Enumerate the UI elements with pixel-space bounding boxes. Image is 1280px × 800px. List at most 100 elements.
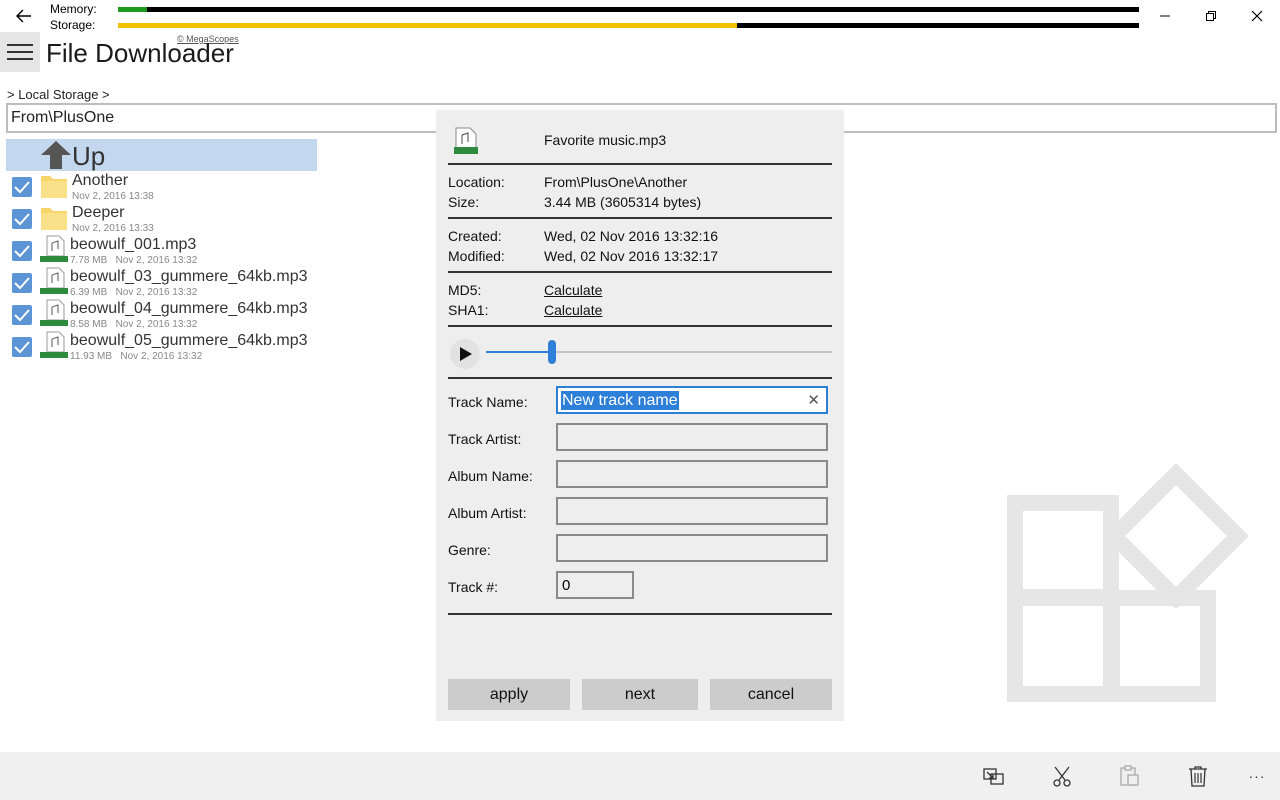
item-name: beowulf_05_gummere_64kb.mp3 bbox=[70, 332, 308, 349]
back-button[interactable] bbox=[0, 0, 48, 32]
genre-label: Genre: bbox=[448, 542, 491, 558]
more-button[interactable]: ··· bbox=[1240, 762, 1274, 790]
item-meta: 7.78 MB Nov 2, 2016 13:32 bbox=[70, 255, 198, 266]
play-icon bbox=[460, 347, 472, 361]
sha1-calculate-link[interactable]: Calculate bbox=[544, 302, 602, 318]
separator bbox=[448, 217, 832, 219]
dialog-filename: Favorite music.mp3 bbox=[544, 132, 667, 148]
row-checkbox[interactable] bbox=[12, 177, 32, 197]
mp3-file-icon bbox=[454, 127, 478, 154]
folder-row[interactable]: Deeper Nov 2, 2016 13:33 bbox=[10, 203, 330, 235]
checkmark-icon bbox=[14, 277, 30, 290]
paste-icon bbox=[1120, 765, 1139, 786]
row-checkbox[interactable] bbox=[12, 337, 32, 357]
track-name-label: Track Name: bbox=[448, 394, 528, 410]
hamburger-icon bbox=[7, 44, 33, 46]
separator bbox=[448, 271, 832, 273]
storage-bar bbox=[118, 23, 1139, 28]
file-row[interactable]: beowulf_001.mp3 7.78 MB Nov 2, 2016 13:32 bbox=[10, 235, 330, 267]
checkmark-icon bbox=[14, 341, 30, 354]
track-artist-label: Track Artist: bbox=[448, 431, 522, 447]
created-label: Created: bbox=[448, 228, 502, 244]
size-label: Size: bbox=[448, 194, 480, 210]
file-row[interactable]: beowulf_05_gummere_64kb.mp3 11.93 MB Nov … bbox=[10, 331, 330, 363]
move-icon bbox=[983, 768, 1004, 785]
item-meta: 8.58 MB Nov 2, 2016 13:32 bbox=[70, 319, 198, 330]
paste-button[interactable] bbox=[1112, 762, 1146, 790]
track-name-input[interactable]: New track name ✕ bbox=[556, 386, 828, 414]
up-arrow-icon bbox=[41, 141, 71, 169]
checkmark-icon bbox=[14, 213, 30, 226]
created-value: Wed, 02 Nov 2016 13:32:16 bbox=[544, 228, 719, 244]
restore-button[interactable] bbox=[1188, 0, 1234, 32]
row-checkbox[interactable] bbox=[12, 209, 32, 229]
mp3-file-icon bbox=[40, 235, 68, 262]
back-arrow-icon bbox=[16, 9, 31, 23]
menu-button[interactable] bbox=[0, 32, 40, 72]
close-button[interactable] bbox=[1234, 0, 1280, 32]
file-properties-dialog: Favorite music.mp3 Location: From\PlusOn… bbox=[436, 110, 844, 721]
row-checkbox[interactable] bbox=[12, 241, 32, 261]
album-artist-input[interactable] bbox=[556, 497, 828, 525]
seek-slider-thumb[interactable] bbox=[547, 340, 556, 364]
separator bbox=[448, 377, 832, 379]
item-name: beowulf_03_gummere_64kb.mp3 bbox=[70, 268, 308, 285]
next-button[interactable]: next bbox=[582, 679, 698, 710]
up-label: Up bbox=[72, 141, 106, 171]
album-artist-label: Album Artist: bbox=[448, 505, 527, 521]
separator bbox=[448, 325, 832, 327]
album-name-label: Album Name: bbox=[448, 468, 533, 484]
row-checkbox[interactable] bbox=[12, 305, 32, 325]
item-name: Another bbox=[72, 172, 129, 189]
separator bbox=[448, 163, 832, 165]
track-number-input[interactable]: 0 bbox=[556, 571, 634, 599]
row-checkbox[interactable] bbox=[12, 273, 32, 293]
item-name: beowulf_04_gummere_64kb.mp3 bbox=[70, 300, 308, 317]
md5-label: MD5: bbox=[448, 282, 482, 298]
checkmark-icon bbox=[14, 245, 30, 258]
breadcrumb[interactable]: > Local Storage > bbox=[7, 87, 110, 102]
memory-bar bbox=[118, 7, 1139, 12]
sha1-label: SHA1: bbox=[448, 302, 489, 318]
clear-text-icon[interactable]: ✕ bbox=[807, 391, 820, 409]
delete-icon bbox=[1189, 766, 1207, 787]
move-button[interactable] bbox=[977, 762, 1011, 790]
close-icon bbox=[1251, 10, 1263, 22]
folder-row[interactable]: Another Nov 2, 2016 13:38 bbox=[10, 171, 330, 203]
genre-input[interactable] bbox=[556, 534, 828, 562]
item-meta: 11.93 MB Nov 2, 2016 13:32 bbox=[70, 351, 203, 362]
track-artist-input[interactable] bbox=[556, 423, 828, 451]
item-name: Deeper bbox=[72, 204, 125, 221]
separator bbox=[448, 613, 832, 615]
modified-label: Modified: bbox=[448, 248, 505, 264]
checkmark-icon bbox=[14, 181, 30, 194]
restore-icon bbox=[1206, 11, 1216, 21]
modified-value: Wed, 02 Nov 2016 13:32:17 bbox=[544, 248, 719, 264]
storage-label: Storage: bbox=[50, 18, 96, 32]
location-value: From\PlusOne\Another bbox=[544, 174, 688, 190]
location-label: Location: bbox=[448, 174, 505, 190]
minimize-button[interactable] bbox=[1142, 0, 1188, 32]
memory-bar-fill bbox=[118, 7, 147, 12]
item-meta: 6.39 MB Nov 2, 2016 13:32 bbox=[70, 287, 198, 298]
cut-icon bbox=[1053, 766, 1071, 787]
file-row[interactable]: beowulf_03_gummere_64kb.mp3 6.39 MB Nov 2… bbox=[10, 267, 330, 299]
checkmark-icon bbox=[14, 309, 30, 322]
minimize-icon bbox=[1160, 15, 1170, 17]
delete-button[interactable] bbox=[1181, 762, 1215, 790]
play-button[interactable] bbox=[450, 339, 480, 369]
track-number-value: 0 bbox=[562, 577, 571, 594]
album-name-input[interactable] bbox=[556, 460, 828, 488]
folder-icon bbox=[41, 208, 67, 230]
memory-label: Memory: bbox=[50, 2, 97, 16]
item-meta: Nov 2, 2016 13:33 bbox=[72, 223, 154, 234]
size-value: 3.44 MB (3605314 bytes) bbox=[544, 194, 702, 210]
md5-calculate-link[interactable]: Calculate bbox=[544, 282, 602, 298]
cut-button[interactable] bbox=[1045, 762, 1079, 790]
watermark-logo bbox=[1007, 464, 1250, 702]
cancel-button[interactable]: cancel bbox=[710, 679, 832, 710]
file-row[interactable]: beowulf_04_gummere_64kb.mp3 8.58 MB Nov 2… bbox=[10, 299, 330, 331]
seek-slider[interactable] bbox=[486, 340, 832, 364]
apply-button[interactable]: apply bbox=[448, 679, 570, 710]
bottom-app-bar: ··· bbox=[0, 752, 1280, 800]
